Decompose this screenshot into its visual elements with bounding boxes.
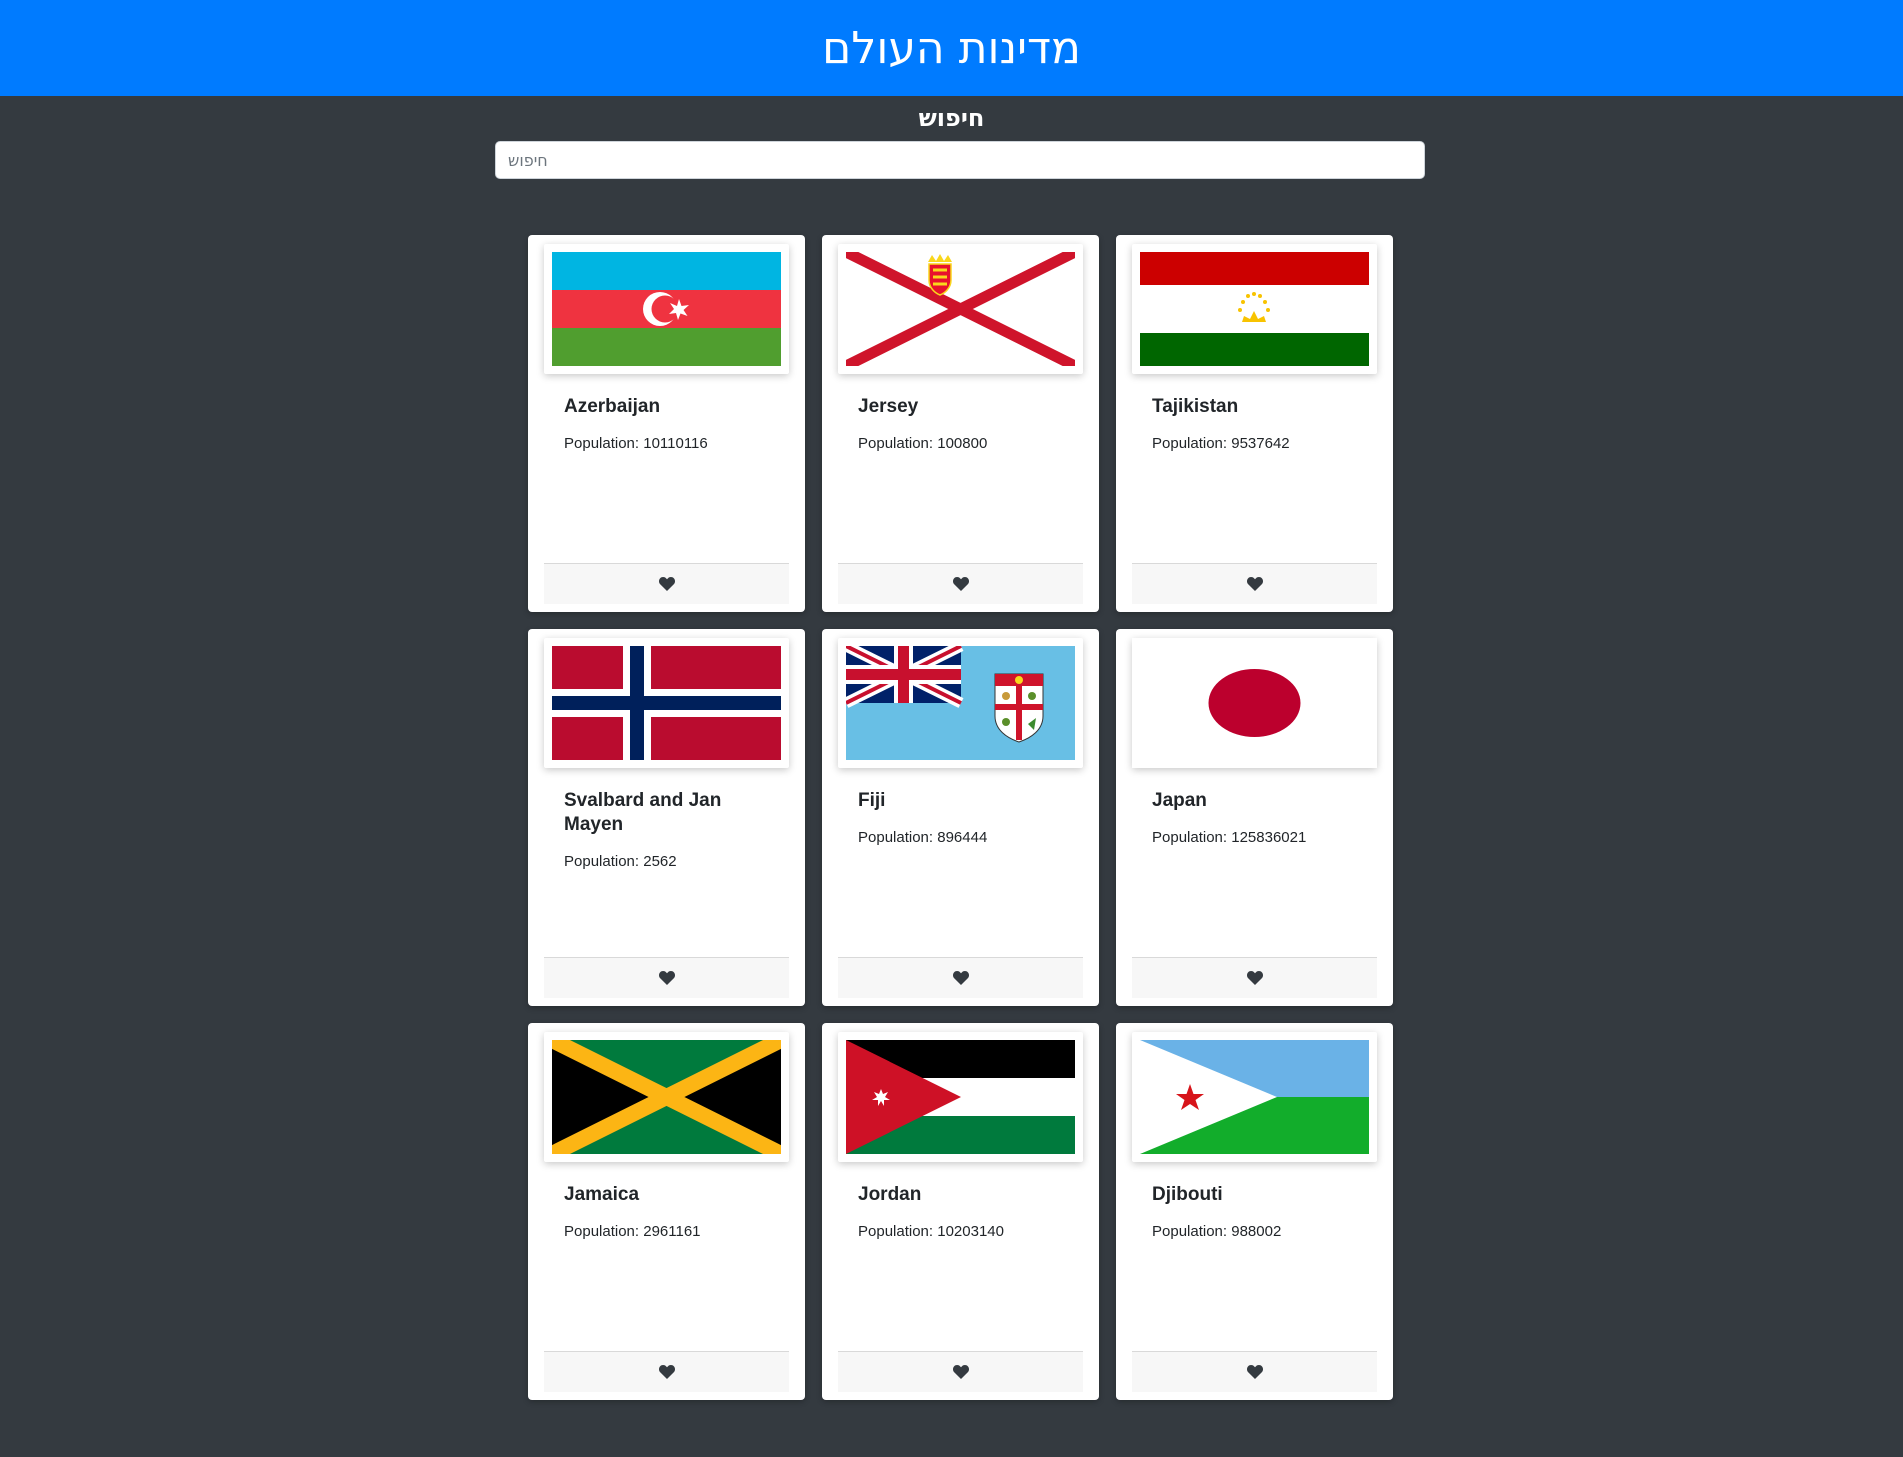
- flag-image: [1132, 244, 1377, 374]
- favorite-button[interactable]: [1132, 563, 1377, 604]
- flag-image: [838, 1032, 1083, 1162]
- favorite-button[interactable]: [544, 1351, 789, 1392]
- page-title: מדינות העולם: [822, 22, 1081, 74]
- djibouti-flag-icon: [1140, 1040, 1369, 1154]
- country-card: Jamaica Population: 2961161: [528, 1023, 805, 1400]
- country-card: Japan Population: 125836021: [1116, 629, 1393, 1006]
- tajikistan-flag-icon: [1140, 252, 1369, 366]
- flag-image: [544, 638, 789, 768]
- country-population: Population: 100800: [858, 435, 988, 452]
- heart-icon: [658, 577, 675, 591]
- country-name: Fiji: [858, 790, 886, 811]
- favorite-button[interactable]: [1132, 957, 1377, 998]
- country-name: Svalbard and Jan Mayen: [564, 790, 722, 835]
- country-name: Azerbaijan: [564, 396, 661, 417]
- country-card: Jersey Population: 100800: [822, 235, 1099, 612]
- country-name: Jordan: [858, 1184, 922, 1205]
- country-name: Djibouti: [1152, 1184, 1223, 1205]
- country-population: Population: 125836021: [1152, 829, 1307, 846]
- heart-icon: [952, 971, 969, 985]
- country-name: Jersey: [858, 396, 919, 417]
- app-header: מדינות העולם: [0, 0, 1903, 96]
- heart-icon: [1246, 577, 1263, 591]
- country-card: Jordan Population: 10203140: [822, 1023, 1099, 1400]
- jersey-flag-icon: [846, 252, 1075, 366]
- flag-image: [838, 244, 1083, 374]
- search-label: חיפוש: [918, 104, 985, 132]
- country-name: Jamaica: [564, 1184, 640, 1205]
- country-name: Japan: [1152, 790, 1207, 811]
- flag-image: [838, 638, 1083, 768]
- favorite-button[interactable]: [1132, 1351, 1377, 1392]
- heart-icon: [658, 1365, 675, 1379]
- favorite-button[interactable]: [544, 563, 789, 604]
- favorite-button[interactable]: [838, 957, 1083, 998]
- country-population: Population: 9537642: [1152, 435, 1290, 452]
- country-card: Tajikistan Population: 9537642: [1116, 235, 1393, 612]
- heart-icon: [1246, 1365, 1263, 1379]
- favorite-button[interactable]: [544, 957, 789, 998]
- country-card: Djibouti Population: 988002: [1116, 1023, 1393, 1400]
- country-population: Population: 896444: [858, 829, 988, 846]
- azerbaijan-flag-icon: [552, 252, 781, 366]
- svalbard-flag-icon: [552, 646, 781, 760]
- jamaica-flag-icon: [552, 1040, 781, 1154]
- flag-image: [544, 244, 789, 374]
- flag-image: [1132, 638, 1377, 768]
- country-name: Tajikistan: [1152, 396, 1239, 417]
- jordan-flag-icon: [846, 1040, 1075, 1154]
- country-population: Population: 10203140: [858, 1223, 1004, 1240]
- country-population: Population: 2961161: [564, 1223, 701, 1240]
- favorite-button[interactable]: [838, 1351, 1083, 1392]
- heart-icon: [658, 971, 675, 985]
- country-card: Fiji Population: 896444: [822, 629, 1099, 1006]
- heart-icon: [952, 577, 969, 591]
- country-population: Population: 988002: [1152, 1223, 1282, 1240]
- heart-icon: [952, 1365, 969, 1379]
- country-population: Population: 10110116: [564, 435, 708, 452]
- flag-image: [544, 1032, 789, 1162]
- country-card: Svalbard and Jan Mayen Population: 2562: [528, 629, 805, 1006]
- country-grid: Azerbaijan Population: 10110116 Jersey P…: [528, 235, 1393, 1400]
- fiji-flag-icon: [846, 646, 1075, 760]
- japan-flag-icon: [1132, 638, 1377, 768]
- heart-icon: [1246, 971, 1263, 985]
- search-input[interactable]: [495, 141, 1425, 179]
- country-population: Population: 2562: [564, 853, 677, 870]
- country-card: Azerbaijan Population: 10110116: [528, 235, 805, 612]
- favorite-button[interactable]: [838, 563, 1083, 604]
- flag-image: [1132, 1032, 1377, 1162]
